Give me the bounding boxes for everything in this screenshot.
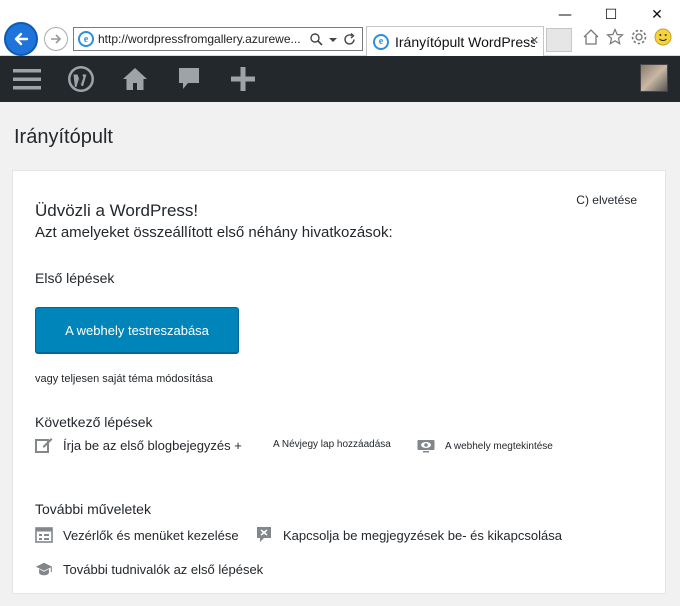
more-action-learn-more[interactable]: További tudnivalók az első lépések: [35, 560, 263, 578]
address-bar[interactable]: e http://wordpressfromgallery.azurewe...: [73, 27, 363, 51]
view-icon: [417, 437, 435, 455]
settings-gear-icon[interactable]: [630, 28, 648, 46]
comments-toggle-icon: [255, 526, 273, 544]
menu-icon: [13, 69, 41, 90]
window-controls: — ☐ ✕: [542, 0, 680, 30]
home-icon[interactable]: [582, 28, 600, 46]
wp-admin-bar: [0, 56, 680, 102]
page-title: Irányítópult: [14, 126, 113, 148]
dropdown-icon[interactable]: [329, 33, 337, 46]
search-icon[interactable]: [310, 32, 323, 46]
edit-icon: [35, 436, 53, 454]
user-avatar[interactable]: [640, 64, 668, 92]
customize-site-button[interactable]: A webhely testreszabása: [35, 307, 239, 353]
arrow-right-icon: [51, 34, 62, 44]
toggle-comments-link: Kapcsolja be megjegyzések be- és kikapcs…: [283, 527, 562, 543]
welcome-panel: C) elvetése Üdvözli a WordPress! Azt ame…: [12, 170, 666, 594]
minimize-button[interactable]: —: [542, 0, 588, 30]
add-about-page-link: A Névjegy lap hozzáadása: [273, 439, 391, 450]
ie-page-icon: e: [78, 31, 94, 47]
next-steps-heading: Következő lépések: [35, 414, 153, 430]
arrow-left-icon: [14, 32, 29, 46]
forward-button[interactable]: [44, 27, 68, 51]
widgets-icon: [35, 526, 53, 544]
maximize-button[interactable]: ☐: [588, 0, 634, 30]
browser-tab[interactable]: e Irányítópult WordPress ✕: [366, 26, 544, 56]
menu-toggle-button[interactable]: [0, 56, 54, 102]
browser-chrome: — ☐ ✕ e http://wordpressfromgallery.azur…: [0, 0, 680, 56]
manage-widgets-link: Vezérlők és menüket kezelése: [63, 527, 239, 543]
toolbar-right: [582, 28, 672, 46]
address-tools: [310, 32, 356, 46]
plus-icon: [231, 67, 255, 91]
view-site-link: A webhely megtekintése: [445, 440, 553, 452]
back-button[interactable]: [4, 22, 38, 56]
learn-more-link: További tudnivalók az első lépések: [63, 561, 264, 577]
more-action-widgets[interactable]: Vezérlők és menüket kezelése: [35, 526, 239, 544]
next-step-view-site[interactable]: A webhely megtekintése: [417, 437, 553, 455]
site-home-button[interactable]: [108, 56, 162, 102]
comment-icon: [179, 68, 199, 89]
welcome-heading: Üdvözli a WordPress!: [35, 201, 199, 220]
tab-title: Irányítópult WordPress: [395, 33, 535, 50]
wordpress-logo-button[interactable]: [54, 56, 108, 102]
first-steps-heading: Első lépések: [35, 270, 115, 286]
welcome-subheading: Azt amelyeket összeállított első néhány …: [35, 224, 393, 241]
tab-favicon-icon: e: [373, 33, 389, 50]
dismiss-link[interactable]: C) elvetése: [576, 193, 637, 207]
more-action-comments[interactable]: Kapcsolja be megjegyzések be- és kikapcs…: [255, 526, 562, 544]
close-window-button[interactable]: ✕: [634, 0, 680, 30]
write-post-link: Írja be az első blogbejegyzés +: [63, 437, 242, 453]
feedback-smiley-icon[interactable]: [654, 28, 672, 46]
new-tab-button[interactable]: [546, 28, 572, 52]
favorites-star-icon[interactable]: [606, 28, 624, 46]
new-content-button[interactable]: [216, 56, 270, 102]
learn-more-icon: [35, 560, 53, 578]
comments-button[interactable]: [162, 56, 216, 102]
home-icon: [123, 68, 147, 90]
next-step-write-post[interactable]: Írja be az első blogbejegyzés +: [35, 436, 242, 454]
more-actions-heading: További műveletek: [35, 501, 151, 517]
refresh-icon[interactable]: [343, 32, 356, 46]
tab-close-icon[interactable]: ✕: [530, 34, 539, 47]
next-step-about-page[interactable]: A Névjegy lap hozzáadása: [273, 439, 391, 450]
wordpress-icon: [68, 66, 94, 92]
change-theme-link[interactable]: vagy teljesen saját téma módosítása: [35, 373, 213, 385]
address-url[interactable]: http://wordpressfromgallery.azurewe...: [98, 32, 304, 46]
